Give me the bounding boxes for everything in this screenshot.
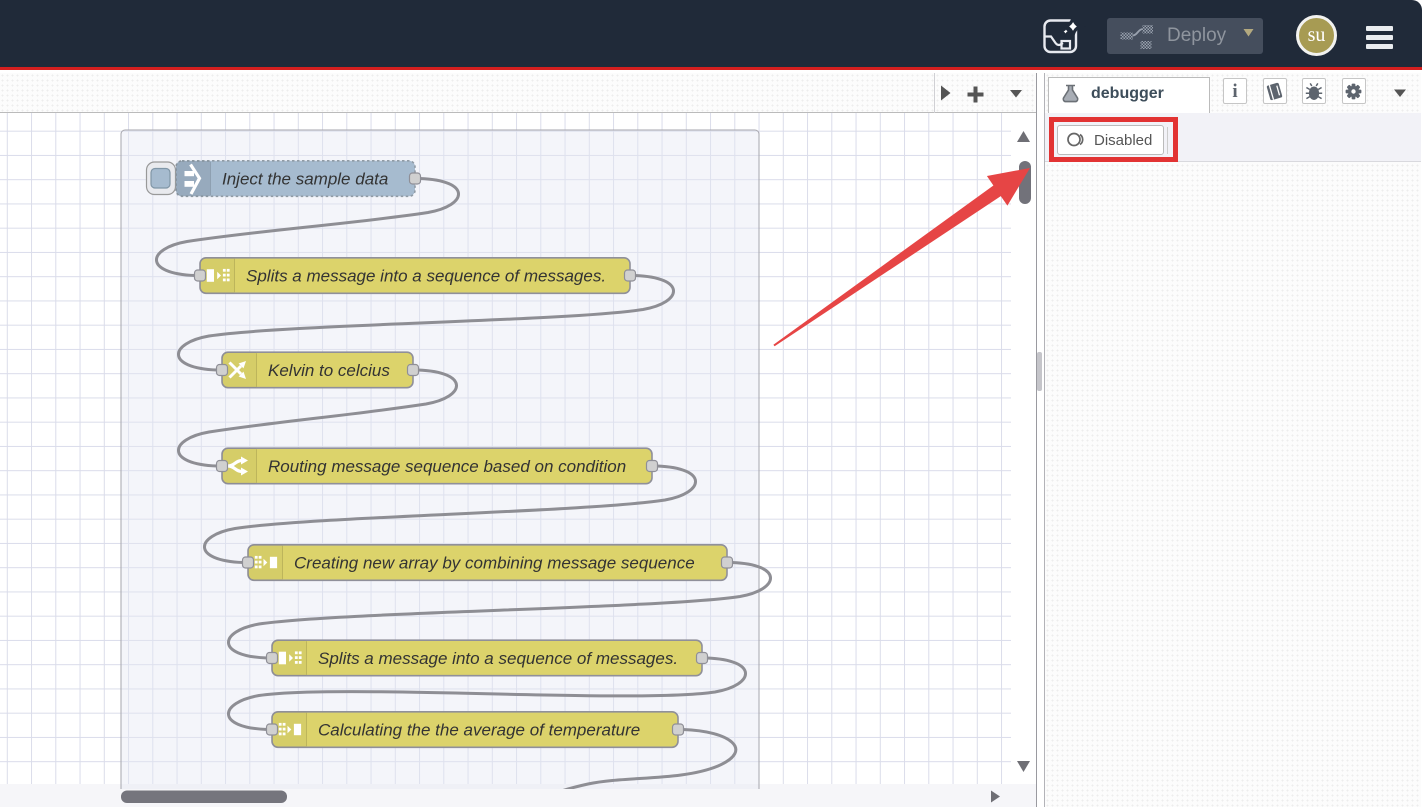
svg-text:Inject the sample data: Inject the sample data <box>222 170 388 189</box>
svg-text:Kelvin to celcius: Kelvin to celcius <box>268 361 390 380</box>
svg-text:Splits a message into a sequen: Splits a message into a sequence of mess… <box>318 649 678 668</box>
svg-text:Calculating the the average of: Calculating the the average of temperatu… <box>318 721 640 740</box>
svg-text:Creating new array by combinin: Creating new array by combining message … <box>294 554 695 573</box>
svg-text:Routing message sequence based: Routing message sequence based on condit… <box>268 457 626 476</box>
svg-text:Splits a message into a sequen: Splits a message into a sequence of mess… <box>246 267 606 286</box>
svg-text:i: i <box>1232 81 1237 102</box>
